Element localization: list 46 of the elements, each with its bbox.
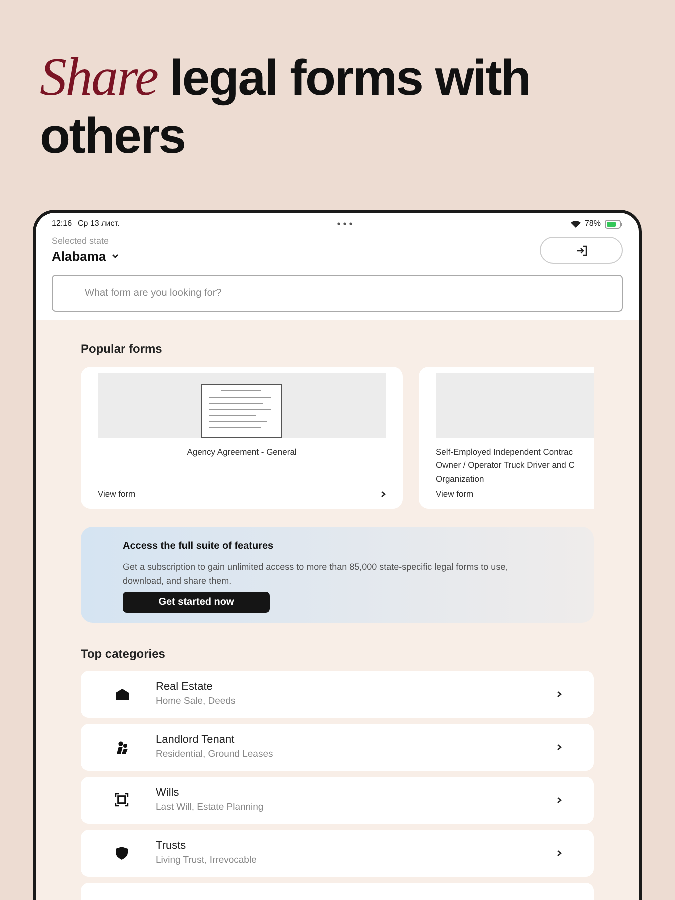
house-icon	[116, 688, 128, 700]
view-form-link[interactable]: View form	[98, 488, 136, 500]
category-subtitle: Last Will, Estate Planning	[156, 800, 265, 814]
category-item[interactable]: Landlord Tenant Residential, Ground Leases	[81, 724, 594, 770]
promo-title: Access the full suite of features	[123, 540, 275, 554]
category-subtitle: Living Trust, Irrevocable	[156, 854, 258, 868]
chevron-right-icon	[557, 690, 562, 698]
battery-percentage: 78%	[584, 218, 601, 230]
people-icon	[116, 740, 128, 754]
form-title: Self-Employed Independent Contrac Owner / Operator Truck Driver and C Organization	[436, 446, 576, 486]
headline: Share legal forms with others	[40, 48, 532, 165]
more-dots-icon	[337, 222, 354, 226]
login-button[interactable]	[540, 237, 623, 264]
form-card[interactable]: Agency Agreement - General View form	[81, 366, 403, 508]
selected-state-label: Selected state	[52, 235, 110, 247]
category-subtitle: Home Sale, Deeds	[156, 694, 237, 708]
promo-text: Get a subscription to gain unlimited access to more than 85,000 state-specific legal forms to use, download, and share them.	[123, 560, 510, 588]
category-item[interactable]: Trusts Living Trust, Irrevocable	[81, 830, 594, 876]
category-subtitle: Residential, Ground Leases	[156, 748, 274, 762]
battery-icon	[605, 220, 623, 228]
wifi-icon	[570, 220, 581, 228]
form-title: Agency Agreement - General	[186, 446, 298, 459]
category-item[interactable]: Real Estate Home Sale, Deeds	[81, 670, 594, 718]
section-title: Top categories	[81, 646, 166, 662]
chevron-right-icon	[557, 744, 562, 750]
category-name: Landlord Tenant	[156, 732, 236, 748]
chevron-down-icon	[112, 254, 120, 260]
document-preview-icon	[201, 384, 283, 438]
category-item[interactable]: Wills Last Will, Estate Planning	[81, 776, 594, 824]
shield-icon	[116, 846, 128, 860]
status-time: 12:16	[52, 218, 72, 230]
state-selector[interactable]: Alabama	[52, 247, 120, 266]
category-name: Trusts	[156, 838, 188, 854]
status-date: Ср 13 лист.	[78, 218, 120, 230]
form-card[interactable]: Self-Employed Independent Contrac Owner / Operator Truck Driver and C Organization View form	[419, 366, 594, 508]
view-form-link[interactable]: View form	[436, 488, 474, 500]
search-field[interactable]: What form are you looking for?	[52, 274, 623, 312]
chevron-right-icon	[557, 796, 562, 804]
category-name: Wills	[156, 786, 180, 800]
get-started-button[interactable]: Get started now	[123, 592, 270, 612]
chevron-right-icon	[557, 850, 562, 856]
frame-icon	[115, 793, 129, 807]
section-title: Popular forms	[81, 340, 164, 358]
login-icon	[576, 244, 588, 256]
chevron-right-icon	[381, 490, 386, 498]
category-name: Real Estate	[156, 680, 214, 694]
